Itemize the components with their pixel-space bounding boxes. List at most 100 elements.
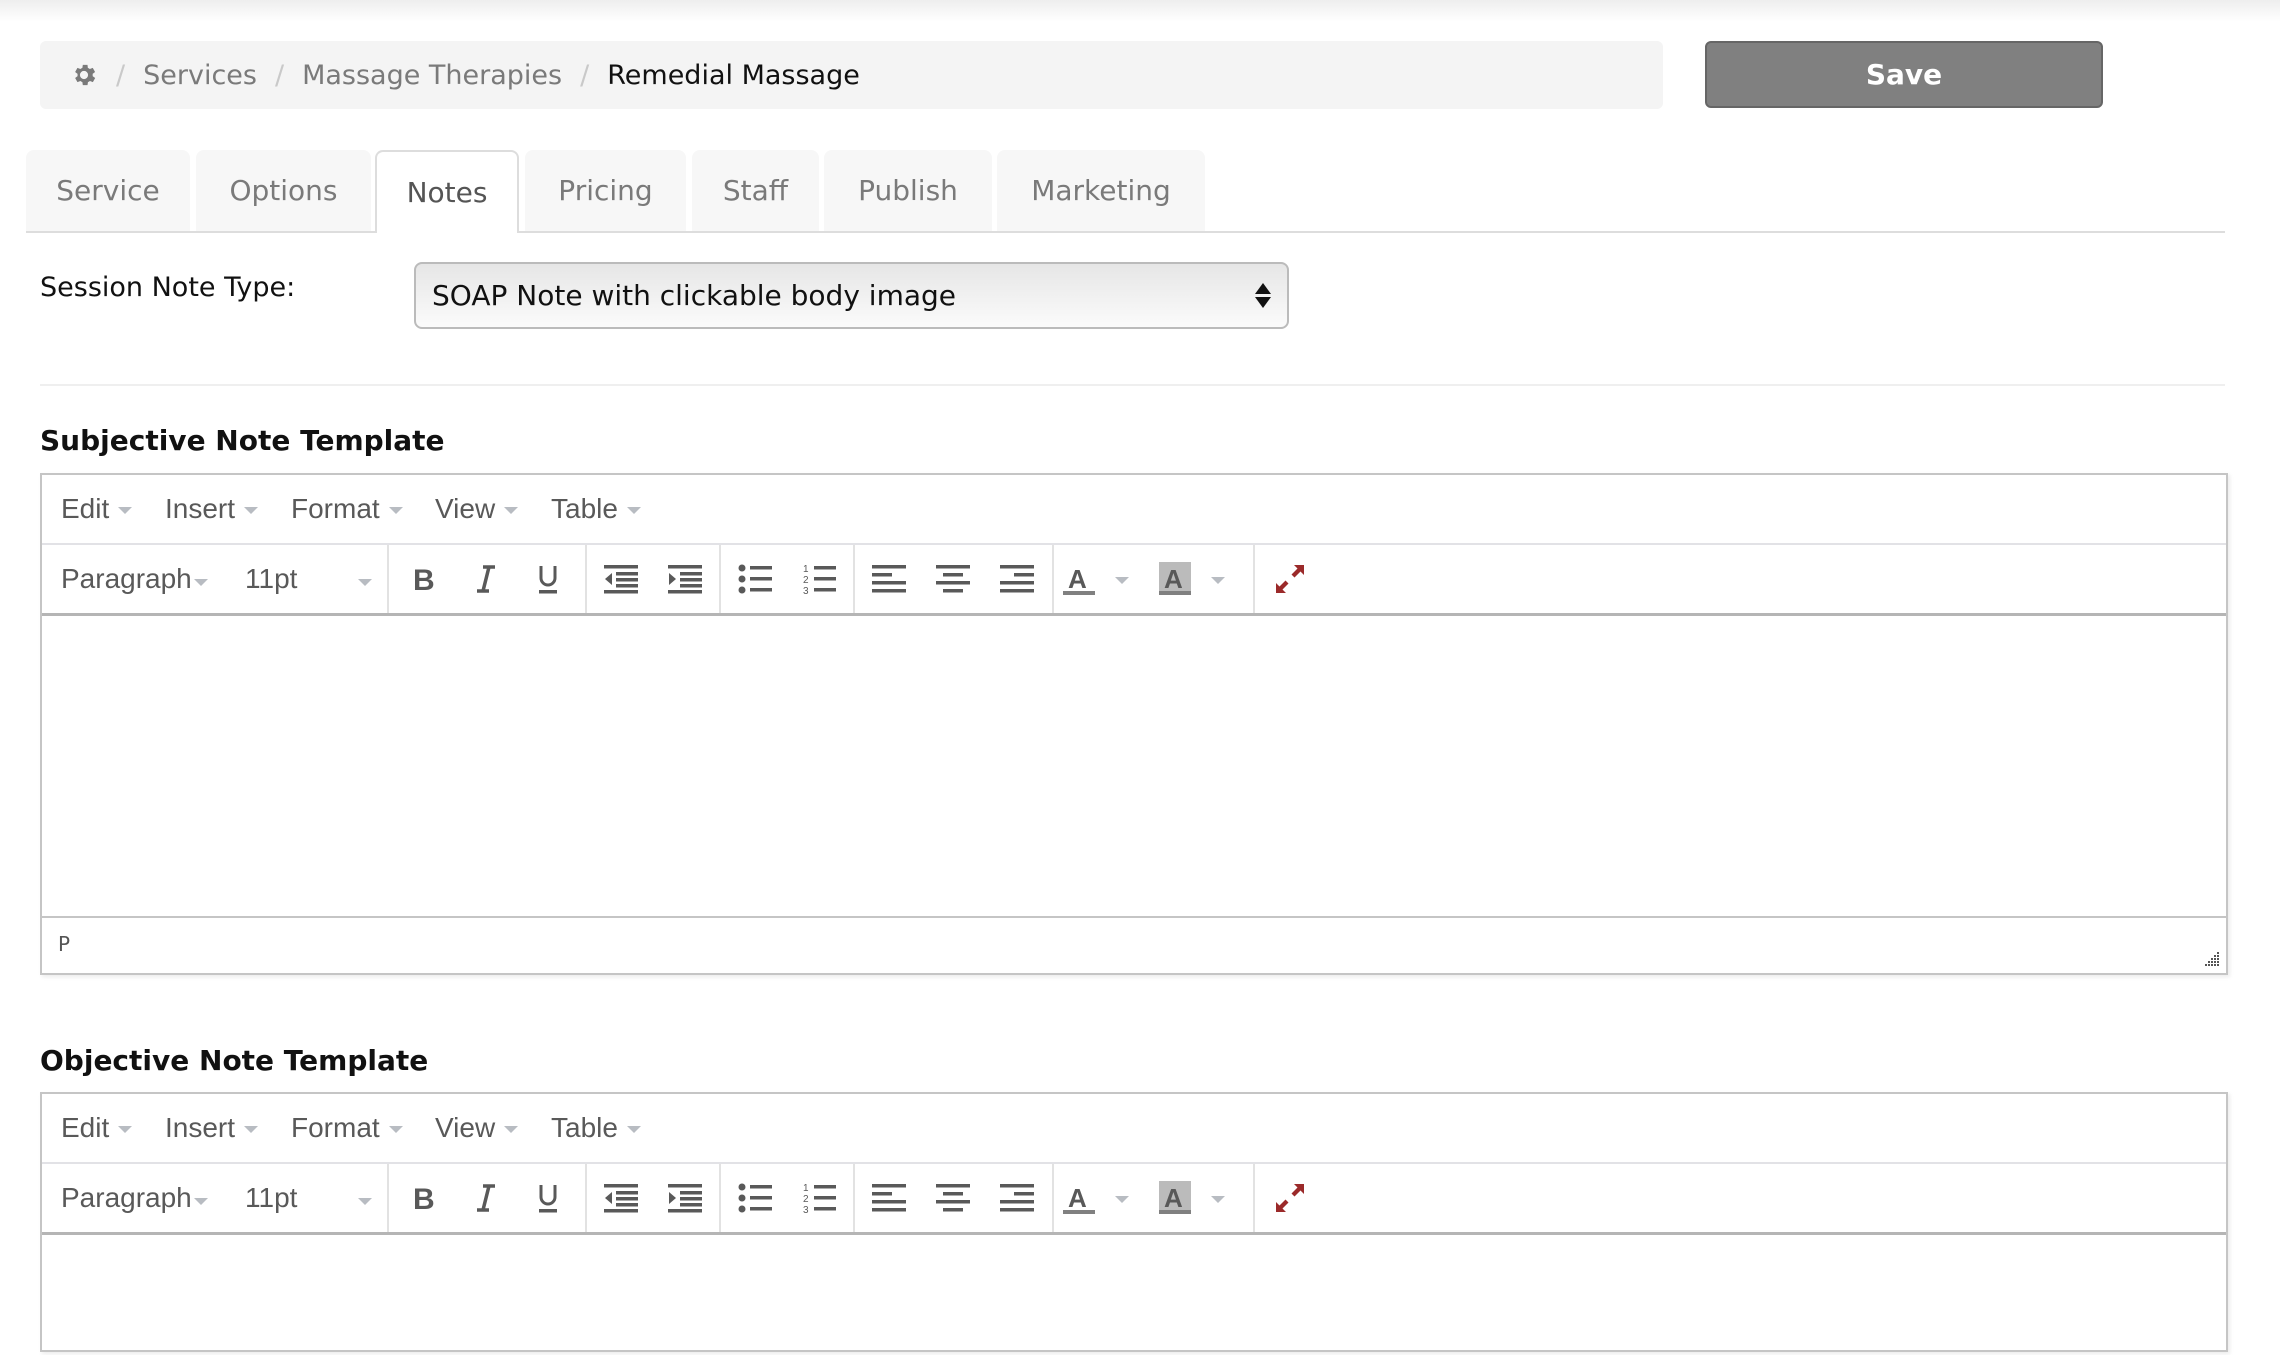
bullet-list-button[interactable] xyxy=(723,545,787,613)
align-right-button[interactable] xyxy=(985,1164,1049,1232)
font-size-select[interactable]: 11pt xyxy=(226,545,386,613)
bullet-list-button[interactable] xyxy=(723,1164,787,1232)
objective-content-area[interactable] xyxy=(42,1235,2226,1355)
menu-label: View xyxy=(435,493,496,524)
toolbar-separator xyxy=(1253,1164,1255,1232)
svg-text:2: 2 xyxy=(803,1194,809,1205)
fullscreen-button[interactable] xyxy=(1262,545,1318,613)
menu-table[interactable]: Table xyxy=(551,1094,641,1162)
gear-icon[interactable] xyxy=(70,61,98,89)
save-button[interactable]: Save xyxy=(1705,41,2103,108)
toolbar-separator xyxy=(719,545,721,613)
outdent-button[interactable] xyxy=(589,1164,653,1232)
top-shade xyxy=(0,0,2280,22)
format-select-value: Paragraph xyxy=(61,563,192,594)
menu-label: Format xyxy=(291,1112,380,1143)
toolbar-separator xyxy=(853,545,855,613)
text-color-dropdown[interactable] xyxy=(1101,545,1133,613)
menu-label: Insert xyxy=(165,1112,236,1143)
menu-label: Insert xyxy=(165,493,236,524)
element-path[interactable]: P xyxy=(58,932,70,956)
menu-label: Table xyxy=(551,1112,618,1143)
resize-handle-icon[interactable] xyxy=(2204,951,2220,967)
background-color-button[interactable]: A xyxy=(1153,545,1197,613)
menu-insert[interactable]: Insert xyxy=(165,475,259,543)
tab-pricing[interactable]: Pricing xyxy=(525,150,686,231)
outdent-button[interactable] xyxy=(589,545,653,613)
text-color-button[interactable]: A xyxy=(1057,545,1101,613)
italic-icon xyxy=(473,1183,499,1213)
background-color-button[interactable]: A xyxy=(1153,1164,1197,1232)
underline-icon xyxy=(535,563,561,595)
background-color-icon: A xyxy=(1158,562,1192,596)
bold-button[interactable]: B xyxy=(393,545,455,613)
caret-down-icon xyxy=(504,1125,519,1133)
italic-button[interactable] xyxy=(455,545,517,613)
tab-staff[interactable]: Staff xyxy=(692,150,819,231)
menu-insert[interactable]: Insert xyxy=(165,1094,259,1162)
caret-down-icon xyxy=(358,1198,372,1205)
text-color-button[interactable]: A xyxy=(1057,1164,1101,1232)
caret-down-icon xyxy=(194,579,208,586)
text-color-dropdown[interactable] xyxy=(1101,1164,1133,1232)
tab-options[interactable]: Options xyxy=(196,150,371,231)
background-color-dropdown[interactable] xyxy=(1197,545,1229,613)
caret-down-icon xyxy=(1210,1195,1225,1203)
indent-icon xyxy=(668,564,702,594)
bold-icon: B xyxy=(411,564,437,594)
svg-text:A: A xyxy=(1164,564,1183,594)
breadcrumb-massage-therapies[interactable]: Massage Therapies xyxy=(302,60,562,91)
outdent-icon xyxy=(604,1183,638,1213)
menu-format[interactable]: Format xyxy=(291,475,403,543)
format-select[interactable]: Paragraph xyxy=(42,1164,222,1232)
fullscreen-icon xyxy=(1274,1182,1306,1214)
italic-icon xyxy=(473,564,499,594)
session-note-type-select[interactable]: SOAP Note with clickable body image xyxy=(414,262,1289,329)
objective-title: Objective Note Template xyxy=(40,1044,429,1077)
italic-button[interactable] xyxy=(455,1164,517,1232)
caret-down-icon xyxy=(358,579,372,586)
toolbar-separator xyxy=(387,545,389,613)
tab-service[interactable]: Service xyxy=(26,150,190,231)
svg-text:1: 1 xyxy=(803,1183,809,1194)
background-color-dropdown[interactable] xyxy=(1197,1164,1229,1232)
tab-bar: Service Options Notes Pricing Staff Publ… xyxy=(26,150,2225,233)
align-right-button[interactable] xyxy=(985,545,1049,613)
menu-format[interactable]: Format xyxy=(291,1094,403,1162)
menu-label: Table xyxy=(551,493,618,524)
subjective-content-area[interactable] xyxy=(42,616,2226,916)
format-select[interactable]: Paragraph xyxy=(42,545,222,613)
menu-view[interactable]: View xyxy=(435,1094,519,1162)
bullet-list-icon xyxy=(738,1183,772,1213)
breadcrumb-services[interactable]: Services xyxy=(143,60,257,91)
font-size-select[interactable]: 11pt xyxy=(226,1164,386,1232)
indent-button[interactable] xyxy=(653,545,717,613)
tab-marketing[interactable]: Marketing xyxy=(997,150,1205,231)
align-center-button[interactable] xyxy=(921,1164,985,1232)
menu-edit[interactable]: Edit xyxy=(61,1094,133,1162)
menu-view[interactable]: View xyxy=(435,475,519,543)
indent-button[interactable] xyxy=(653,1164,717,1232)
menu-edit[interactable]: Edit xyxy=(61,475,133,543)
align-center-icon xyxy=(936,564,970,594)
align-center-button[interactable] xyxy=(921,545,985,613)
align-left-button[interactable] xyxy=(857,545,921,613)
editor-statusbar: P xyxy=(42,916,2226,973)
toolbar-separator xyxy=(585,1164,587,1232)
tab-notes[interactable]: Notes xyxy=(375,150,519,233)
align-left-button[interactable] xyxy=(857,1164,921,1232)
fullscreen-button[interactable] xyxy=(1262,1164,1318,1232)
numbered-list-button[interactable]: 123 xyxy=(787,545,851,613)
tab-publish[interactable]: Publish xyxy=(824,150,992,231)
caret-down-icon xyxy=(1210,576,1225,584)
fullscreen-icon xyxy=(1274,563,1306,595)
svg-text:3: 3 xyxy=(803,1205,809,1213)
bold-button[interactable]: B xyxy=(393,1164,455,1232)
underline-button[interactable] xyxy=(517,545,579,613)
align-right-icon xyxy=(1000,564,1034,594)
outdent-icon xyxy=(604,564,638,594)
menu-table[interactable]: Table xyxy=(551,475,641,543)
underline-button[interactable] xyxy=(517,1164,579,1232)
numbered-list-button[interactable]: 123 xyxy=(787,1164,851,1232)
session-note-type-label: Session Note Type: xyxy=(40,272,296,303)
